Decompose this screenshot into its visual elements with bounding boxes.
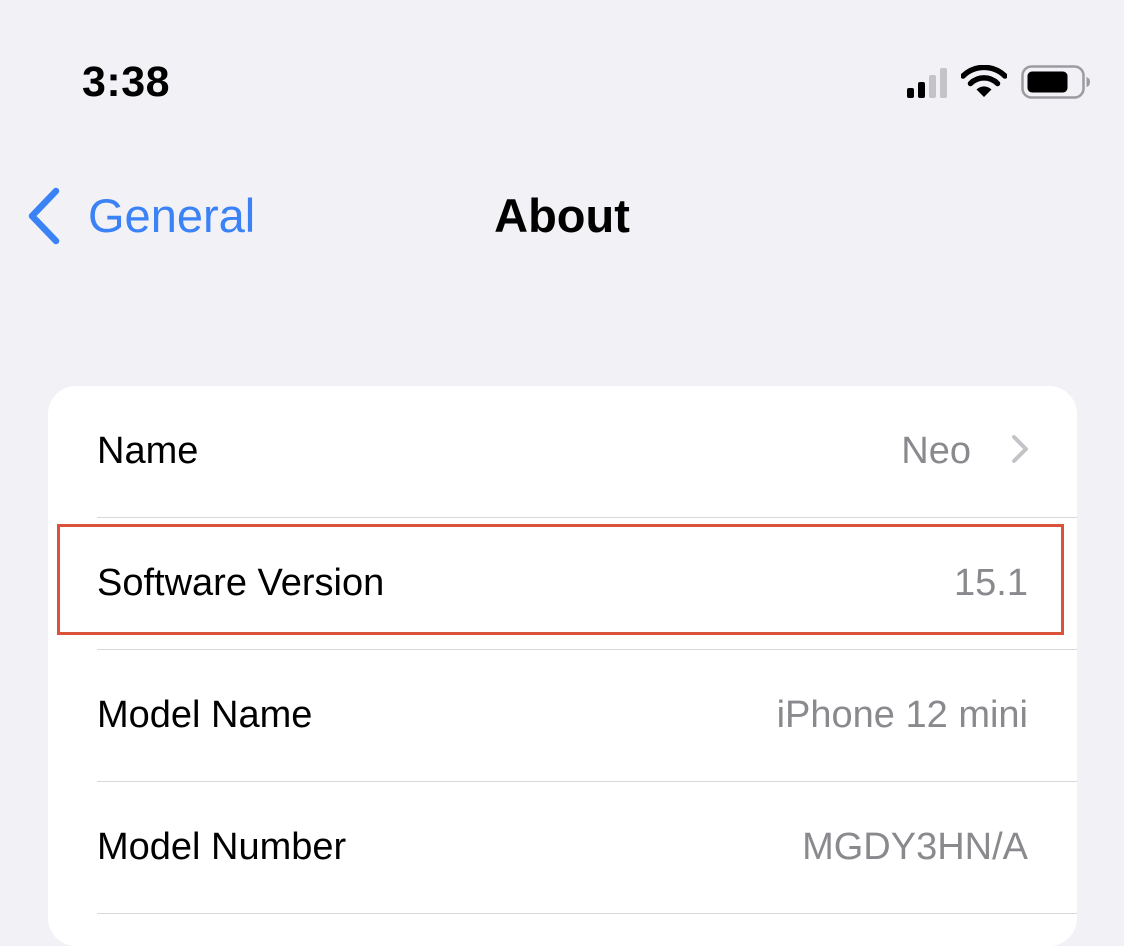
about-settings-group: Name Neo Software Version 15.1 Model Nam… bbox=[48, 386, 1077, 946]
row-value: MGDY3HN/A bbox=[802, 826, 1028, 868]
cellular-signal-icon bbox=[907, 66, 947, 98]
model-name-row[interactable]: Model Name iPhone 12 mini bbox=[48, 650, 1077, 781]
row-label: Model Name bbox=[97, 694, 313, 736]
status-time: 3:38 bbox=[82, 58, 171, 106]
status-icons bbox=[907, 62, 1091, 102]
battery-icon bbox=[1021, 65, 1090, 99]
wifi-icon bbox=[961, 65, 1007, 97]
model-number-row[interactable]: Model Number MGDY3HN/A bbox=[48, 782, 1077, 913]
row-value: Neo bbox=[901, 430, 971, 472]
row-label: Model Number bbox=[97, 826, 347, 868]
highlight-box bbox=[57, 524, 1064, 635]
row-divider bbox=[97, 913, 1077, 914]
name-row[interactable]: Name Neo bbox=[48, 386, 1077, 517]
page-title: About bbox=[494, 189, 630, 242]
row-label: Name bbox=[97, 430, 199, 472]
chevron-right-icon bbox=[1012, 435, 1028, 463]
row-value: iPhone 12 mini bbox=[776, 694, 1028, 736]
